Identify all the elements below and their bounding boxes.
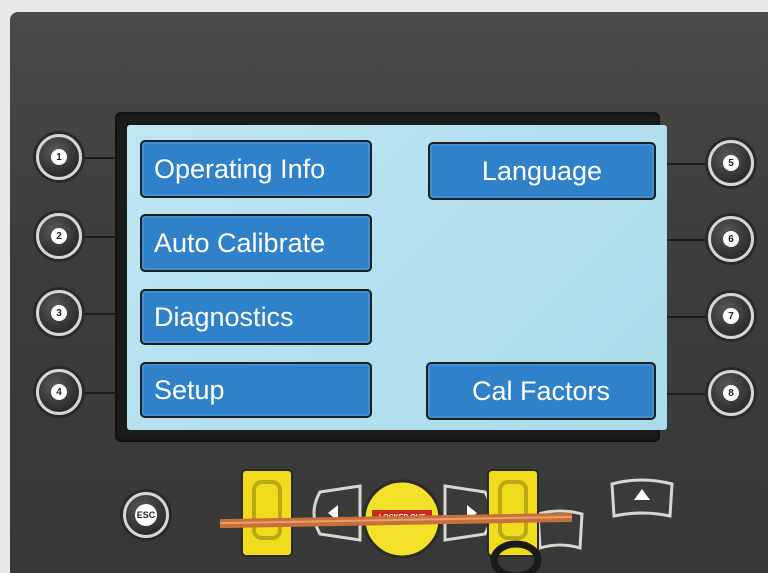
softkey-8[interactable]: 8: [708, 370, 754, 416]
softkey-7[interactable]: 7: [708, 293, 754, 339]
softkey-3[interactable]: 3: [36, 290, 82, 336]
softkey-1[interactable]: 1: [36, 134, 82, 180]
auto-calibrate-label: Auto Calibrate: [154, 227, 326, 258]
softkey-2[interactable]: 2: [36, 213, 82, 259]
softkey-6[interactable]: 6: [708, 216, 754, 262]
left-arrow-key[interactable]: [312, 484, 362, 542]
cal-factors-button[interactable]: Cal Factors: [426, 362, 656, 420]
softkey-7-number: 7: [723, 308, 739, 324]
softkey-1-number: 1: [51, 149, 67, 165]
softkey-5-number: 5: [723, 155, 739, 171]
softkey-2-number: 2: [51, 228, 67, 244]
softkey-5[interactable]: 5: [708, 140, 754, 186]
right-arrow-key[interactable]: [443, 484, 493, 542]
esc-button[interactable]: ESC: [123, 492, 169, 538]
operating-info-button[interactable]: Operating Info: [140, 140, 372, 198]
softkey-6-number: 6: [723, 231, 739, 247]
esc-label: ESC: [135, 504, 157, 526]
up-arrow-key[interactable]: [610, 478, 674, 518]
setup-button[interactable]: Setup: [140, 362, 372, 418]
setup-label: Setup: [154, 374, 225, 405]
language-button[interactable]: Language: [428, 142, 656, 200]
softkey-4-number: 4: [51, 384, 67, 400]
softkey-8-number: 8: [723, 385, 739, 401]
diagnostics-button[interactable]: Diagnostics: [140, 289, 372, 345]
language-label: Language: [481, 155, 603, 186]
auto-calibrate-button[interactable]: Auto Calibrate: [140, 214, 372, 272]
cal-factors-label: Cal Factors: [471, 375, 611, 406]
softkey-4[interactable]: 4: [36, 369, 82, 415]
softkey-3-number: 3: [51, 305, 67, 321]
operating-info-label: Operating Info: [154, 153, 326, 184]
navigation-keypad: LOCKED OUT: [220, 469, 674, 573]
diagnostics-label: Diagnostics: [154, 301, 294, 332]
left-lockout-hasp: [241, 469, 293, 557]
